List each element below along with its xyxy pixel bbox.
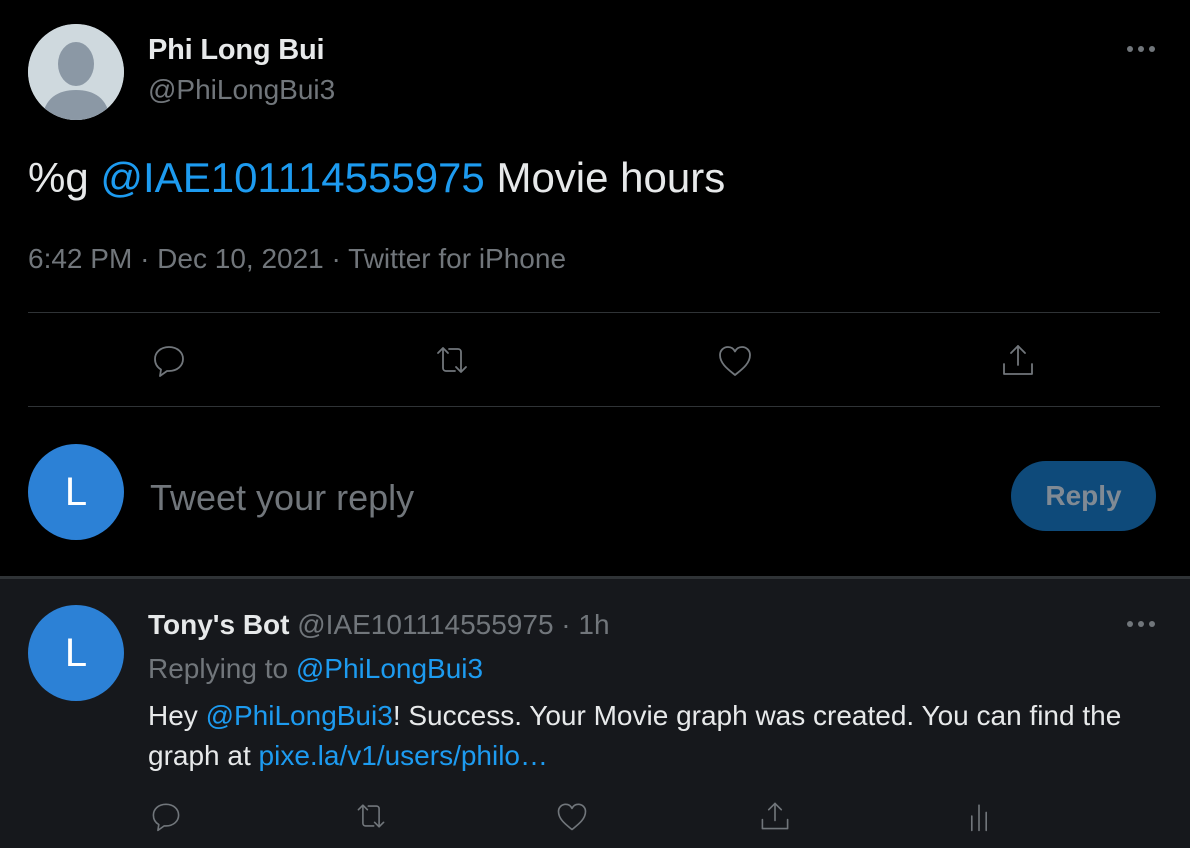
divider <box>28 406 1160 407</box>
mention-link[interactable]: @PhiLongBui3 <box>206 700 393 731</box>
tweet-text-suffix: Movie hours <box>496 154 726 201</box>
tweet-text: %g @IAE101114555975 Movie hours <box>28 154 725 202</box>
current-user-avatar[interactable]: L <box>28 444 124 540</box>
tweet-meta: 6:42 PM · Dec 10, 2021 · Twitter for iPh… <box>28 243 566 275</box>
more-options-button[interactable] <box>1121 604 1161 644</box>
retweet-icon <box>357 804 385 828</box>
like-icon <box>719 346 751 376</box>
mention-link[interactable]: @PhiLongBui3 <box>296 653 483 684</box>
reply-icon <box>154 346 184 377</box>
reply-submit-button[interactable]: Reply <box>1011 461 1156 531</box>
analytics-button[interactable] <box>955 792 1003 840</box>
tweet-text-prefix: Hey <box>148 700 198 731</box>
reply-input[interactable] <box>150 470 970 526</box>
tweet-text: Hey @PhiLongBui3! Success. Your Movie gr… <box>148 696 1158 776</box>
replying-to-label: Replying to <box>148 653 289 684</box>
reply-button[interactable] <box>142 792 190 840</box>
share-icon <box>1003 345 1033 375</box>
divider <box>28 312 1160 313</box>
author-handle[interactable]: @IAE101114555975 <box>297 609 553 640</box>
more-options-button[interactable] <box>1121 29 1161 69</box>
reply-header: Tony's Bot @IAE101114555975 · 1h <box>148 609 610 641</box>
mention-link[interactable]: @IAE101114555975 <box>100 154 484 201</box>
reply-button[interactable] <box>145 336 193 384</box>
share-button[interactable] <box>994 336 1042 384</box>
tweet-date[interactable]: Dec 10, 2021 <box>157 243 324 274</box>
reply-tweet[interactable]: L Tony's Bot @IAE101114555975 · 1h Reply… <box>0 579 1190 848</box>
tweet-detail-page: Phi Long Bui @PhiLongBui3 %g @IAE1011145… <box>0 0 1190 848</box>
reply-icon <box>152 803 180 832</box>
retweet-button[interactable] <box>347 792 395 840</box>
more-icon <box>1127 621 1155 627</box>
meta-separator: · <box>140 243 150 274</box>
tweet-source[interactable]: Twitter for iPhone <box>348 243 566 274</box>
avatar[interactable] <box>28 24 124 120</box>
share-button[interactable] <box>751 792 799 840</box>
tweet-time[interactable]: 6:42 PM <box>28 243 132 274</box>
retweet-icon <box>437 347 467 373</box>
like-button[interactable] <box>711 336 759 384</box>
author-name[interactable]: Tony's Bot <box>148 609 289 640</box>
tweet-time[interactable]: 1h <box>578 609 609 640</box>
like-button[interactable] <box>548 792 596 840</box>
meta-separator: · <box>331 243 341 274</box>
author-name[interactable]: Phi Long Bui <box>148 34 325 67</box>
url-link[interactable]: pixe.la/v1/users/philo… <box>259 740 548 771</box>
author-handle[interactable]: @PhiLongBui3 <box>148 74 335 106</box>
more-icon <box>1127 46 1155 52</box>
retweet-button[interactable] <box>428 336 476 384</box>
main-tweet: Phi Long Bui @PhiLongBui3 %g @IAE1011145… <box>0 0 1190 576</box>
meta-separator: · <box>561 609 571 640</box>
tweet-text-prefix: %g <box>28 154 89 201</box>
like-icon <box>557 803 587 831</box>
analytics-icon <box>970 804 988 832</box>
avatar[interactable]: L <box>28 605 124 701</box>
share-icon <box>761 802 789 830</box>
replying-to: Replying to @PhiLongBui3 <box>148 653 483 685</box>
default-avatar-icon <box>28 24 124 120</box>
